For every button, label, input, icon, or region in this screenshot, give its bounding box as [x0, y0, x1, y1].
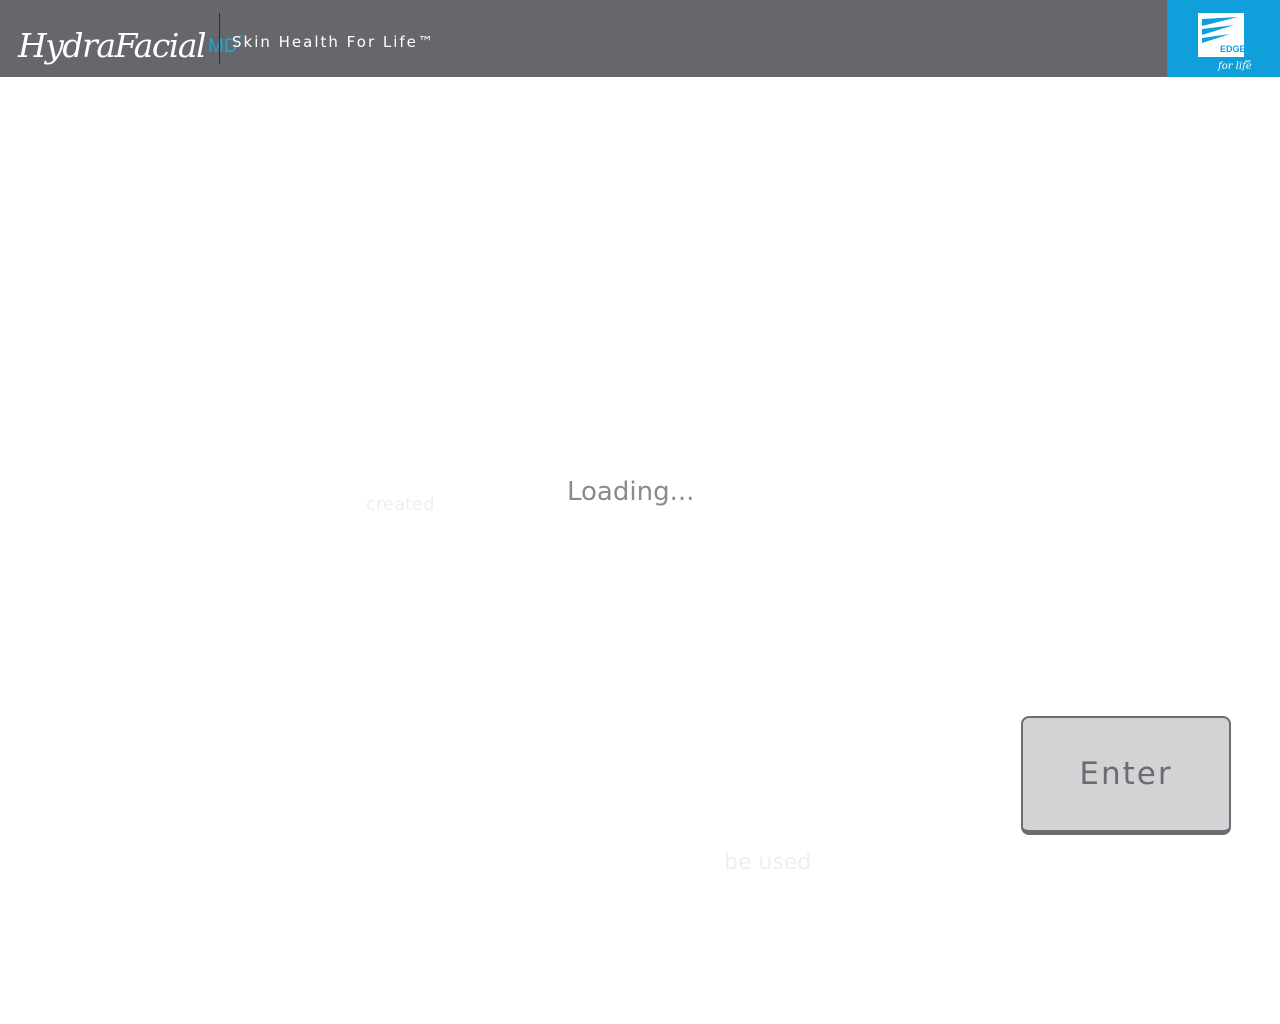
hydrafacial-logo: HydraFacial MD ®	[18, 16, 244, 66]
enter-button-label: Enter	[1079, 756, 1173, 792]
app-screen: HydraFacial MD ® Skin Health For Life™ E…	[0, 0, 1280, 1024]
loading-indicator-text: Loading...	[567, 477, 695, 507]
edge-logo-line1: EDGE	[1220, 44, 1246, 54]
header-tagline: Skin Health For Life™	[232, 33, 435, 51]
logo-script-text: HydraFacial	[18, 26, 207, 65]
enter-button[interactable]: Enter	[1021, 716, 1231, 835]
header-divider	[219, 13, 220, 64]
edge-logo-tm: ™	[1245, 60, 1251, 66]
edge-logo-box: EDGE for life ™	[1167, 0, 1280, 77]
header-bar: HydraFacial MD ® Skin Health For Life™ E…	[0, 0, 1280, 77]
ghost-text-created: created	[366, 494, 435, 515]
ghost-text-be-used: be used	[724, 850, 812, 875]
edge-for-life-logo-icon: EDGE for life	[1198, 13, 1252, 71]
